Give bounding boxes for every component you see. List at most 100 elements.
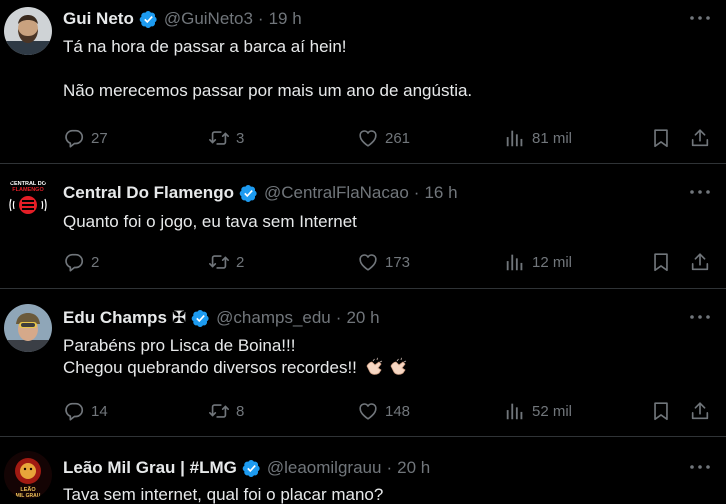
separator-dot: · bbox=[335, 308, 342, 327]
author-handle[interactable]: @champs_edu bbox=[216, 308, 331, 328]
avatar[interactable]: CENTRAL DO FLAMENGO bbox=[4, 175, 52, 223]
views-count: 12 mil bbox=[532, 253, 573, 271]
timestamp[interactable]: 20 h bbox=[346, 308, 379, 328]
author-name[interactable]: Edu Champs bbox=[63, 308, 167, 328]
clapping-hands-emoji bbox=[364, 357, 386, 377]
retweet-button[interactable]: 3 bbox=[208, 126, 244, 150]
name-cross-symbol: ✠ bbox=[171, 308, 187, 327]
share-icon bbox=[689, 251, 711, 273]
like-count: 261 bbox=[385, 129, 411, 147]
views-count: 81 mil bbox=[532, 129, 573, 147]
share-icon bbox=[689, 400, 711, 422]
retweet-count: 8 bbox=[236, 402, 245, 420]
svg-text:LEÃO: LEÃO bbox=[20, 486, 36, 493]
more-options-icon[interactable] bbox=[688, 10, 712, 26]
more-options-icon[interactable] bbox=[688, 459, 712, 475]
svg-text:FLAMENGO: FLAMENGO bbox=[12, 187, 44, 193]
clapping-hands-emoji bbox=[388, 357, 410, 377]
views-button[interactable]: 52 mil bbox=[504, 399, 572, 423]
views-button[interactable]: 81 mil bbox=[504, 126, 572, 150]
tweet-text: Parabéns pro Lisca de Boina!!! Chegou qu… bbox=[63, 335, 410, 379]
tweet-text: Quanto foi o jogo, eu tava sem Internet bbox=[63, 211, 357, 233]
retweet-icon bbox=[208, 127, 230, 149]
tweet-text: Tá na hora de passar a barca aí hein! Nã… bbox=[63, 36, 472, 102]
bookmark-icon bbox=[650, 127, 672, 149]
reply-button[interactable]: 2 bbox=[63, 250, 99, 274]
bookmark-button[interactable] bbox=[650, 399, 672, 423]
tweet-line: Parabéns pro Lisca de Boina!!! bbox=[63, 336, 296, 355]
tweet-3[interactable]: Edu Champs ✠ @champs_edu · 20 h Parabéns… bbox=[0, 290, 726, 437]
retweet-button[interactable]: 2 bbox=[208, 250, 244, 274]
bookmark-button[interactable] bbox=[650, 126, 672, 150]
reply-count: 14 bbox=[91, 402, 108, 420]
share-button[interactable] bbox=[689, 399, 711, 423]
separator-dot: · bbox=[257, 9, 264, 28]
author-name[interactable]: Leão Mil Grau | #LMG bbox=[63, 458, 237, 478]
avatar-photo bbox=[4, 304, 52, 352]
author-name[interactable]: Central Do Flamengo bbox=[63, 183, 234, 203]
reply-count: 27 bbox=[91, 129, 108, 147]
author-handle[interactable]: @CentralFlaNacao bbox=[264, 183, 409, 203]
timestamp[interactable]: 20 h bbox=[397, 458, 430, 478]
tweet-line: Quanto foi o jogo, eu tava sem Internet bbox=[63, 212, 357, 231]
like-count: 148 bbox=[385, 402, 411, 420]
tweet-line: Tá na hora de passar a barca aí hein! bbox=[63, 37, 347, 56]
retweet-icon bbox=[208, 400, 230, 422]
views-button[interactable]: 12 mil bbox=[504, 250, 572, 274]
bookmark-button[interactable] bbox=[650, 250, 672, 274]
avatar-logo: LEÃO MIL GRAU bbox=[4, 451, 52, 499]
retweet-button[interactable]: 8 bbox=[208, 399, 244, 423]
share-icon bbox=[689, 127, 711, 149]
tweet-4[interactable]: LEÃO MIL GRAU Leão Mil Grau | #LMG @leao… bbox=[0, 438, 726, 504]
retweet-icon bbox=[208, 251, 230, 273]
author-name[interactable]: Gui Neto bbox=[63, 9, 134, 29]
like-icon bbox=[357, 251, 379, 273]
action-bar: 27 3 261 81 mil bbox=[0, 126, 726, 150]
tweet-line: Tava sem internet, qual foi o placar man… bbox=[63, 485, 384, 504]
author-handle[interactable]: @GuiNeto3 bbox=[164, 9, 253, 29]
timestamp[interactable]: 16 h bbox=[424, 183, 457, 203]
avatar-photo bbox=[4, 7, 52, 55]
like-count: 173 bbox=[385, 253, 411, 271]
like-button[interactable]: 261 bbox=[357, 126, 410, 150]
avatar[interactable] bbox=[4, 7, 52, 55]
avatar[interactable] bbox=[4, 304, 52, 352]
reply-icon bbox=[63, 251, 85, 273]
views-count: 52 mil bbox=[532, 402, 573, 420]
tweet-1[interactable]: Gui Neto @GuiNeto3 · 19 h Tá na hora de … bbox=[0, 0, 726, 164]
action-bar: 2 2 173 12 mil bbox=[0, 250, 726, 274]
tweet-line-text: Chegou quebrando diversos recordes!! bbox=[63, 358, 357, 377]
views-icon bbox=[504, 400, 526, 422]
tweet-2[interactable]: CENTRAL DO FLAMENGO Central Do Flamengo … bbox=[0, 165, 726, 289]
like-button[interactable]: 148 bbox=[357, 399, 410, 423]
more-options-icon[interactable] bbox=[688, 184, 712, 200]
timestamp[interactable]: 19 h bbox=[269, 9, 302, 29]
retweet-count: 2 bbox=[236, 253, 245, 271]
verified-badge-icon bbox=[139, 10, 158, 29]
avatar-logo: CENTRAL DO FLAMENGO bbox=[4, 175, 52, 223]
share-button[interactable] bbox=[689, 126, 711, 150]
views-icon bbox=[504, 127, 526, 149]
more-options-icon[interactable] bbox=[688, 309, 712, 325]
reply-button[interactable]: 27 bbox=[63, 126, 108, 150]
tweet-line: Não merecemos passar por mais um ano de … bbox=[63, 81, 473, 100]
retweet-count: 3 bbox=[236, 129, 245, 147]
separator-dot: · bbox=[413, 183, 420, 202]
share-button[interactable] bbox=[689, 250, 711, 274]
reply-count: 2 bbox=[91, 253, 100, 271]
reply-icon bbox=[63, 127, 85, 149]
action-bar: 14 8 148 52 mil bbox=[0, 399, 726, 423]
avatar[interactable]: LEÃO MIL GRAU bbox=[4, 451, 52, 499]
like-icon bbox=[357, 127, 379, 149]
reply-button[interactable]: 14 bbox=[63, 399, 108, 423]
separator-dot: · bbox=[386, 458, 393, 477]
reply-icon bbox=[63, 400, 85, 422]
views-icon bbox=[504, 251, 526, 273]
verified-badge-icon bbox=[239, 184, 258, 203]
bookmark-icon bbox=[650, 251, 672, 273]
author-handle[interactable]: @leaomilgrauu bbox=[267, 458, 382, 478]
verified-badge-icon bbox=[191, 309, 210, 328]
like-button[interactable]: 173 bbox=[357, 250, 410, 274]
svg-text:MIL GRAU: MIL GRAU bbox=[16, 493, 41, 499]
